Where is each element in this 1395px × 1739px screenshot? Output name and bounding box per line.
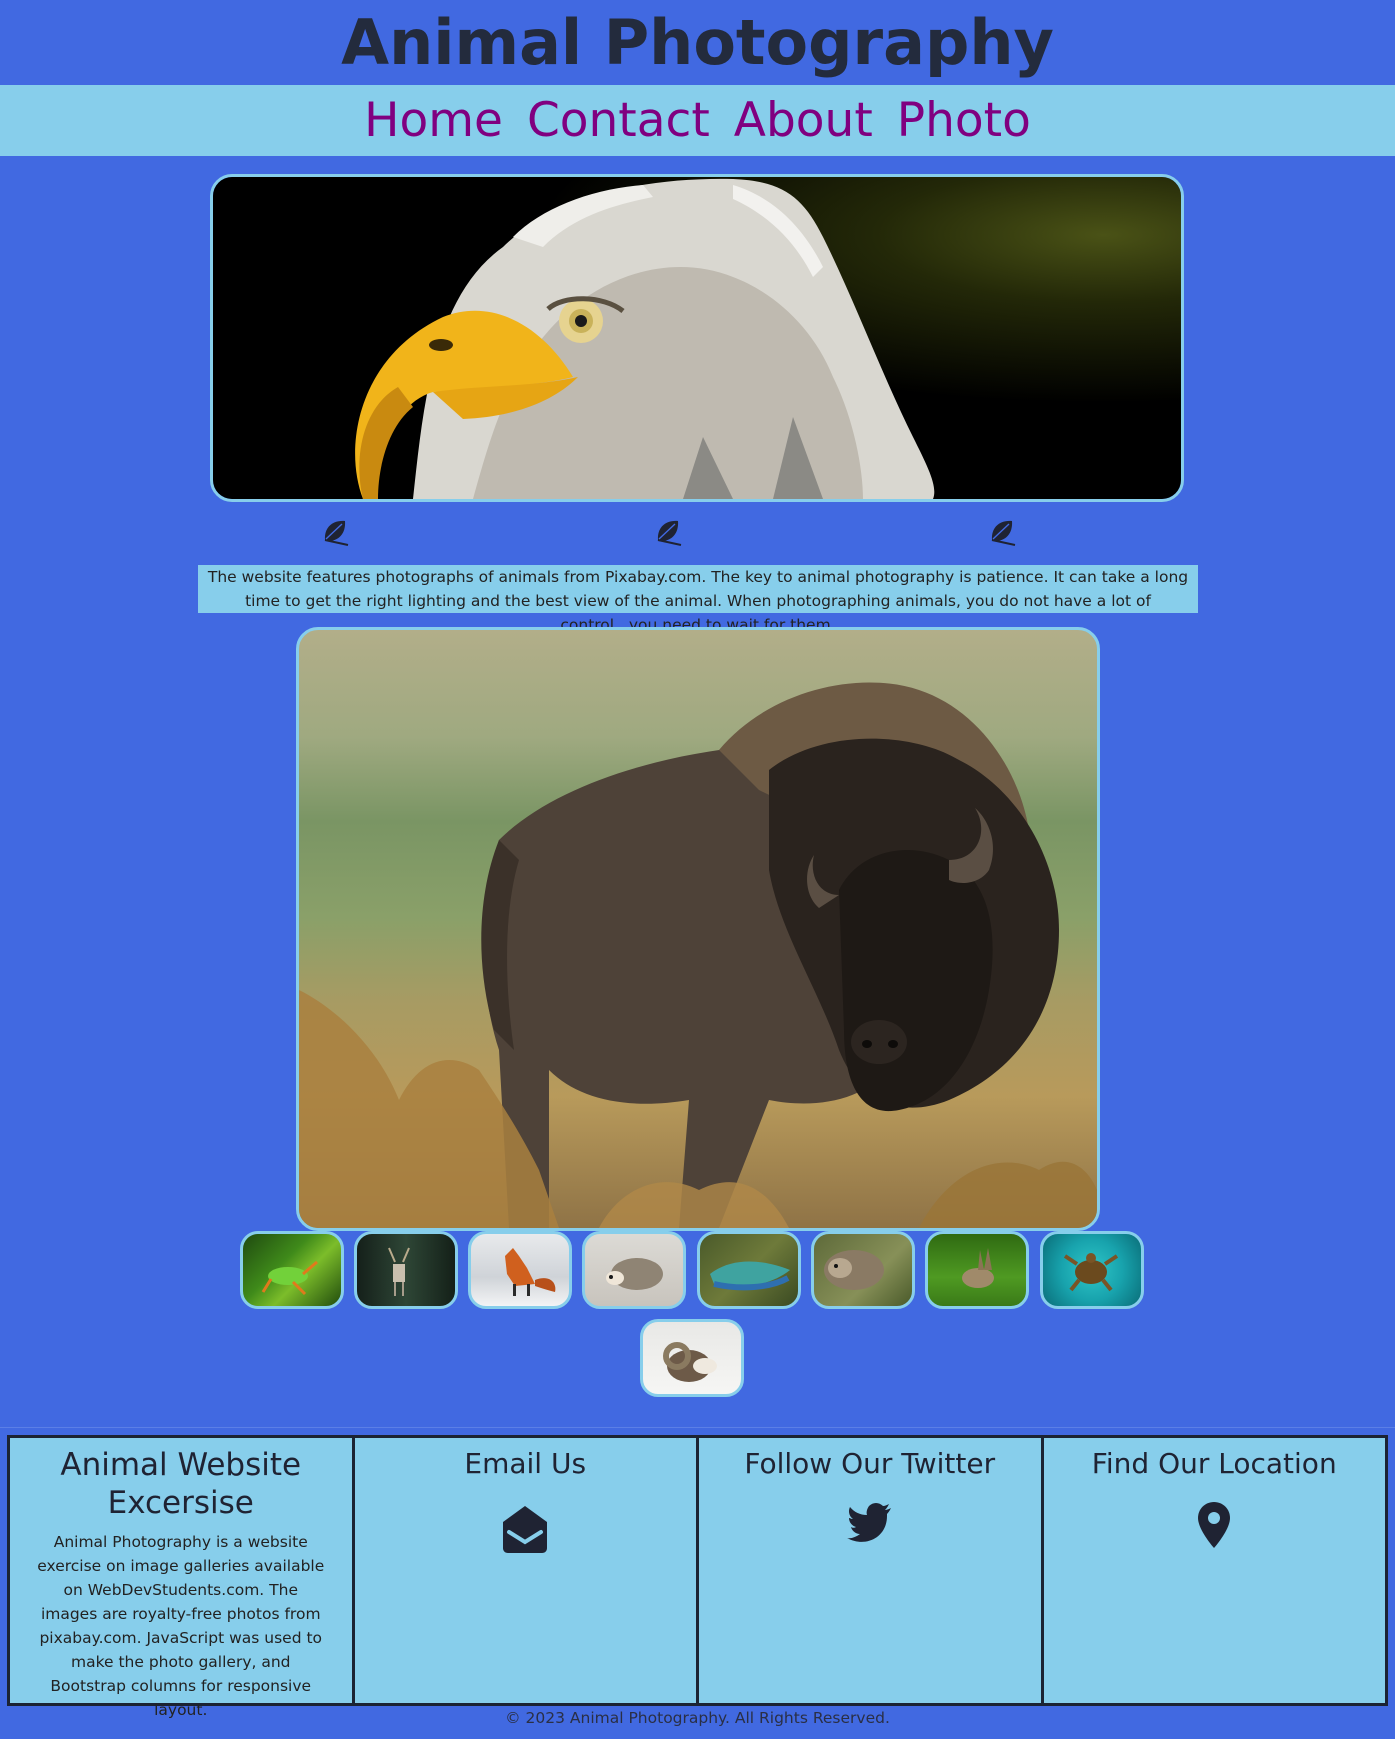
footer-about-column: Animal Website Excersise Animal Photogra… [10,1438,355,1719]
footer-twitter-title: Follow Our Twitter [744,1447,996,1480]
thumbnail-fox[interactable] [468,1231,572,1309]
footer-email-title: Email Us [464,1447,587,1480]
footer-divider [0,1427,1395,1428]
thumbnail-frog[interactable] [240,1231,344,1309]
thumbnail-bighorn-sheep[interactable] [640,1319,744,1397]
map-pin-icon[interactable] [1198,1502,1231,1548]
thumbnail-otter[interactable] [811,1231,915,1309]
intro-text: The website features photographs of anim… [198,565,1198,634]
footer: Animal Website Excersise Animal Photogra… [7,1435,1388,1719]
nav-about-link[interactable]: About [734,93,873,148]
thumbnail-hedgehog[interactable] [582,1231,686,1309]
footer-about-text: Animal Photography is a website exercise… [37,1533,325,1719]
site-title: Animal Photography [341,5,1054,79]
leaf-icon [657,520,682,546]
nav-contact-link[interactable]: Contact [527,93,710,148]
leaf-divider [0,516,1395,548]
footer-about-title: Animal Website Excersise [60,1447,302,1521]
thumbnail-sea-turtle[interactable] [1040,1231,1144,1309]
twitter-icon[interactable] [846,1502,893,1544]
footer-email-column: Email Us [355,1438,699,1703]
main-nav: Home Contact About Photo [0,85,1395,156]
hero-eagle-image [210,174,1184,502]
thumbnail-rabbit[interactable] [925,1231,1029,1309]
nav-home-link[interactable]: Home [364,93,503,148]
leaf-icon [324,520,349,546]
thumbnail-lizard[interactable] [697,1231,801,1309]
footer-twitter-column: Follow Our Twitter [699,1438,1044,1703]
main-photo-bison [296,627,1100,1231]
footer-location-column: Find Our Location [1044,1438,1386,1703]
nav-photo-link[interactable]: Photo [897,93,1031,148]
footer-location-title: Find Our Location [1091,1447,1337,1480]
envelope-open-icon[interactable] [499,1502,551,1554]
copyright-text: © 2023 Animal Photography. All Rights Re… [505,1709,890,1727]
leaf-icon [991,520,1016,546]
thumbnail-deer[interactable] [354,1231,458,1309]
